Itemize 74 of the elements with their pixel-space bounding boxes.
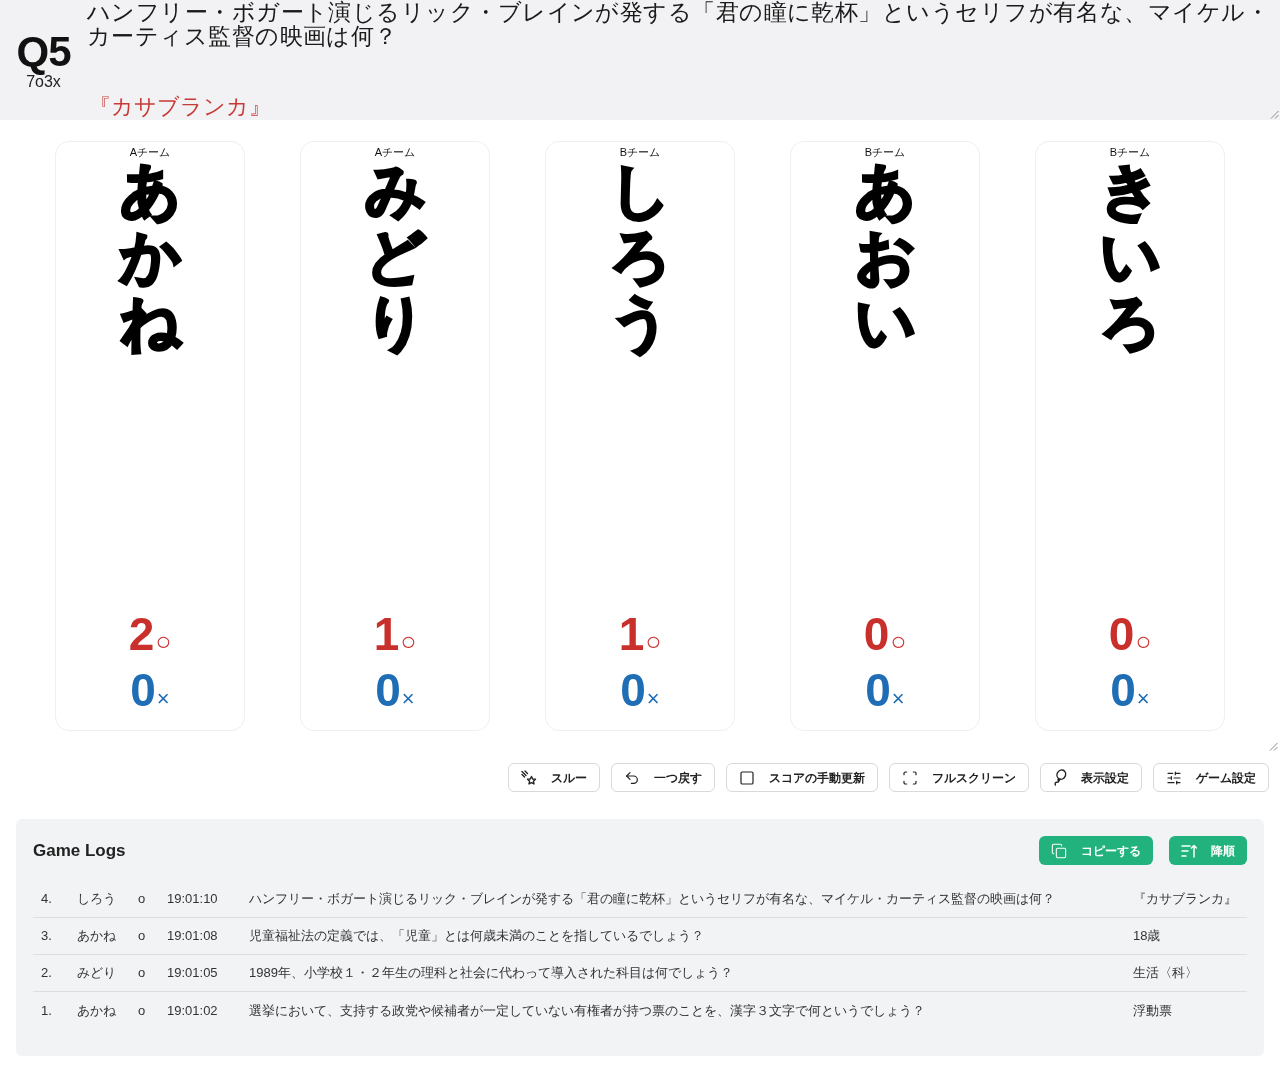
correct-mark: ○	[400, 628, 417, 654]
log-result: o	[137, 964, 147, 983]
fullscreen-icon	[902, 769, 918, 786]
log-answer: 生活〈科〉	[1132, 964, 1199, 983]
log-player: みどり	[76, 964, 117, 983]
log-question: 児童福祉法の定義では、「児童」とは何歳未満のことを指しているでしょう？	[248, 927, 705, 946]
log-result: o	[137, 1001, 147, 1020]
correct-count: 0	[863, 607, 890, 662]
correct-count: 1	[373, 607, 400, 662]
copy-icon	[1051, 842, 1067, 859]
toolbar-button[interactable]: フルスクリーン	[889, 763, 1029, 792]
correct-mark: ○	[890, 628, 907, 654]
log-time: 19:01:08	[166, 927, 219, 946]
wrong-count: 0	[1110, 663, 1136, 718]
team-label: Aチーム	[129, 146, 171, 158]
player-name: きいろ	[1100, 158, 1160, 356]
toolbar-button[interactable]: ゲーム設定	[1153, 763, 1269, 792]
log-number: 2.	[40, 964, 53, 983]
log-player: あかね	[76, 1001, 117, 1020]
toolbar-button[interactable]: 表示設定	[1040, 763, 1142, 792]
log-time: 19:01:10	[166, 890, 219, 909]
player-name: しろう	[610, 158, 670, 356]
toolbar-button[interactable]: スルー	[508, 763, 600, 792]
resize-grip-icon[interactable]	[1269, 742, 1278, 751]
correct-count: 0	[1108, 607, 1135, 662]
wrong-mark: ×	[646, 688, 660, 710]
correct-count: 2	[128, 607, 155, 662]
question-text: ハンフリー・ボガート演じるリック・ブレインが発する「君の瞳に乾杯」というセリフが有名な、マイケル・カーティス監督の映画は何？	[87, 0, 1271, 48]
sort-icon	[1181, 843, 1197, 858]
toolbar-button[interactable]: 一つ戻す	[611, 763, 715, 792]
team-label: Bチーム	[619, 146, 661, 158]
log-result: o	[137, 927, 147, 946]
log-time: 19:01:05	[166, 964, 219, 983]
wrong-count: 0	[865, 663, 891, 718]
team-label: Bチーム	[1109, 146, 1151, 158]
team-label: Aチーム	[374, 146, 416, 158]
correct-count: 1	[618, 607, 645, 662]
log-player: しろう	[76, 890, 117, 909]
log-answer: 『カサブランカ』	[1132, 890, 1238, 909]
sliders-icon	[1166, 769, 1182, 786]
panel-title: Game Logs	[33, 839, 126, 862]
correct-mark: ○	[1135, 628, 1152, 654]
correct-mark: ○	[155, 628, 172, 654]
toolbar-button[interactable]: スコアの手動更新	[726, 763, 878, 792]
undo-arrow-icon	[624, 769, 640, 786]
log-answer: 18歳	[1132, 927, 1162, 946]
wrong-mark: ×	[401, 688, 415, 710]
player-name: みどり	[365, 158, 425, 356]
log-question: 選挙において、支持する政党や候補者が一定していない有権者が持つ票のことを、漢字３文字で何というでしょう？	[248, 1001, 926, 1020]
square-icon	[739, 769, 755, 786]
wrong-count: 0	[130, 663, 156, 718]
log-answer: 浮動票	[1132, 1001, 1173, 1020]
log-result: o	[137, 890, 147, 909]
wrong-count: 0	[620, 663, 646, 718]
log-question: ハンフリー・ボガート演じるリック・ブレインが発する「君の瞳に乾杯」というセリフが有名な、マイケル・カーティス監督の映画は何？	[248, 890, 1056, 909]
answer-text: 『カサブランカ』	[88, 94, 271, 120]
log-player: あかね	[76, 927, 117, 946]
team-label: Bチーム	[864, 146, 906, 158]
wrong-mark: ×	[1136, 688, 1150, 710]
log-question: 1989年、小学校１・２年生の理科と社会に代わって導入された科目は何でしょう？	[248, 964, 734, 983]
wrong-mark: ×	[156, 688, 170, 710]
correct-mark: ○	[645, 628, 662, 654]
resize-grip-icon[interactable]	[1270, 110, 1279, 119]
wrong-count: 0	[375, 663, 401, 718]
log-number: 1.	[40, 1001, 53, 1020]
log-number: 4.	[40, 890, 53, 909]
log-number: 3.	[40, 927, 53, 946]
wrong-mark: ×	[891, 688, 905, 710]
balloon-icon	[1053, 769, 1067, 786]
question-number: Q5	[16, 31, 71, 73]
player-name: あかね	[120, 158, 180, 356]
log-time: 19:01:02	[166, 1001, 219, 1020]
player-name: あおい	[855, 158, 915, 356]
shooting-star-icon	[521, 769, 537, 786]
